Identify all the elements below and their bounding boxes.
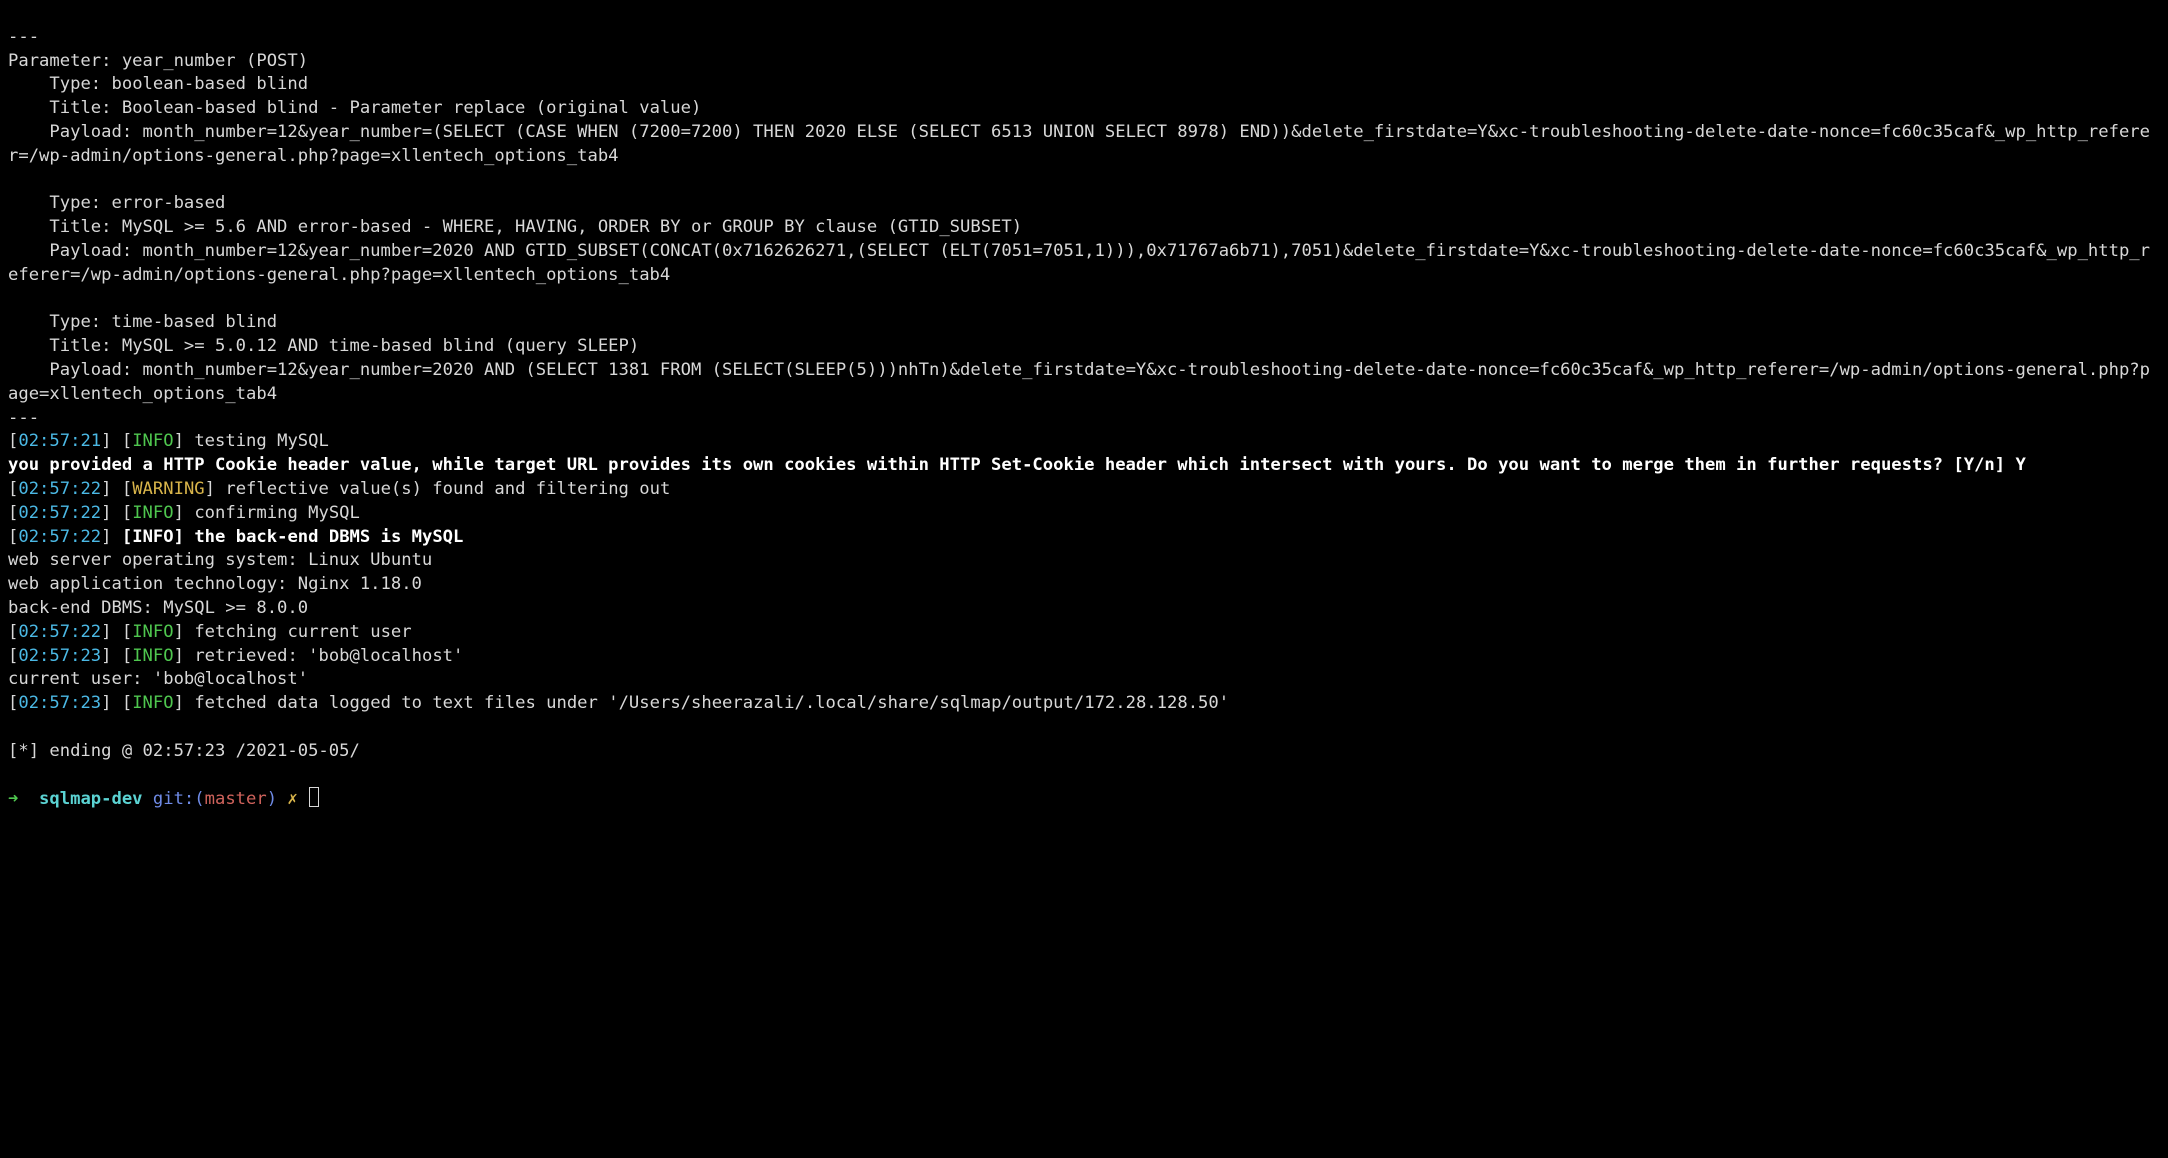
injection-payload-line: Payload: month_number=12&year_number=202… bbox=[8, 241, 2150, 285]
cursor-icon bbox=[309, 787, 319, 807]
log-message: reflective value(s) found and filtering … bbox=[215, 479, 670, 499]
log-level-info: INFO bbox=[132, 503, 173, 523]
current-user-line: current user: 'bob@localhost' bbox=[8, 669, 308, 689]
log-line: [02:57:23] [INFO] retrieved: 'bob@localh… bbox=[8, 646, 463, 666]
prompt-git-close: ) bbox=[267, 789, 288, 809]
injection-type-line: Type: boolean-based blind bbox=[8, 74, 308, 94]
log-level-info: INFO bbox=[132, 646, 173, 666]
injection-type-line: Type: time-based blind bbox=[8, 312, 277, 332]
prompt-dirty-icon: ✗ bbox=[287, 789, 308, 809]
parameter-header: Parameter: year_number (POST) bbox=[8, 51, 308, 71]
log-level-info: INFO bbox=[132, 693, 173, 713]
timestamp: 02:57:22 bbox=[18, 622, 101, 642]
injection-title-line: Title: MySQL >= 5.6 AND error-based - WH… bbox=[8, 217, 1022, 237]
log-message: retrieved: 'bob@localhost' bbox=[184, 646, 463, 666]
timestamp: 02:57:23 bbox=[18, 693, 101, 713]
timestamp: 02:57:22 bbox=[18, 479, 101, 499]
log-level-warning: WARNING bbox=[132, 479, 204, 499]
injection-type-line: Type: error-based bbox=[8, 193, 225, 213]
ending-line: [*] ending @ 02:57:23 /2021-05-05/ bbox=[8, 741, 360, 761]
prompt-arrow-icon: ➜ bbox=[8, 789, 39, 809]
separator: --- bbox=[8, 408, 39, 428]
timestamp: 02:57:22 bbox=[18, 503, 101, 523]
log-level-info: INFO bbox=[132, 527, 173, 547]
tech-line: web application technology: Nginx 1.18.0 bbox=[8, 574, 422, 594]
separator: --- bbox=[8, 27, 39, 47]
timestamp: 02:57:22 bbox=[18, 527, 101, 547]
log-message: fetched data logged to text files under … bbox=[184, 693, 1229, 713]
log-message: the back-end DBMS is MySQL bbox=[184, 527, 463, 547]
timestamp: 02:57:21 bbox=[18, 431, 101, 451]
log-line: [02:57:22] [INFO] fetching current user bbox=[8, 622, 412, 642]
injection-title-line: Title: MySQL >= 5.0.12 AND time-based bl… bbox=[8, 336, 639, 356]
injection-title-line: Title: Boolean-based blind - Parameter r… bbox=[8, 98, 701, 118]
log-line: [02:57:21] [INFO] testing MySQL bbox=[8, 431, 329, 451]
log-line: [02:57:22] [INFO] confirming MySQL bbox=[8, 503, 360, 523]
log-line: [02:57:22] [WARNING] reflective value(s)… bbox=[8, 479, 670, 499]
terminal-output[interactable]: --- Parameter: year_number (POST) Type: … bbox=[0, 0, 2168, 812]
interactive-prompt[interactable]: you provided a HTTP Cookie header value,… bbox=[8, 455, 2026, 475]
log-message: confirming MySQL bbox=[184, 503, 360, 523]
prompt-git-label: git:( bbox=[143, 789, 205, 809]
timestamp: 02:57:23 bbox=[18, 646, 101, 666]
log-level-info: INFO bbox=[132, 622, 173, 642]
dbms-line: back-end DBMS: MySQL >= 8.0.0 bbox=[8, 598, 308, 618]
log-line: [02:57:22] [INFO] the back-end DBMS is M… bbox=[8, 527, 463, 547]
log-message: fetching current user bbox=[184, 622, 412, 642]
injection-payload-line: Payload: month_number=12&year_number=(SE… bbox=[8, 122, 2150, 166]
prompt-git-branch: master bbox=[205, 789, 267, 809]
log-message: testing MySQL bbox=[184, 431, 329, 451]
log-line: [02:57:23] [INFO] fetched data logged to… bbox=[8, 693, 1229, 713]
shell-prompt[interactable]: ➜ sqlmap-dev git:(master) ✗ bbox=[8, 789, 319, 809]
injection-payload-line: Payload: month_number=12&year_number=202… bbox=[8, 360, 2150, 404]
os-line: web server operating system: Linux Ubunt… bbox=[8, 550, 432, 570]
prompt-directory: sqlmap-dev bbox=[39, 789, 142, 809]
log-level-info: INFO bbox=[132, 431, 173, 451]
